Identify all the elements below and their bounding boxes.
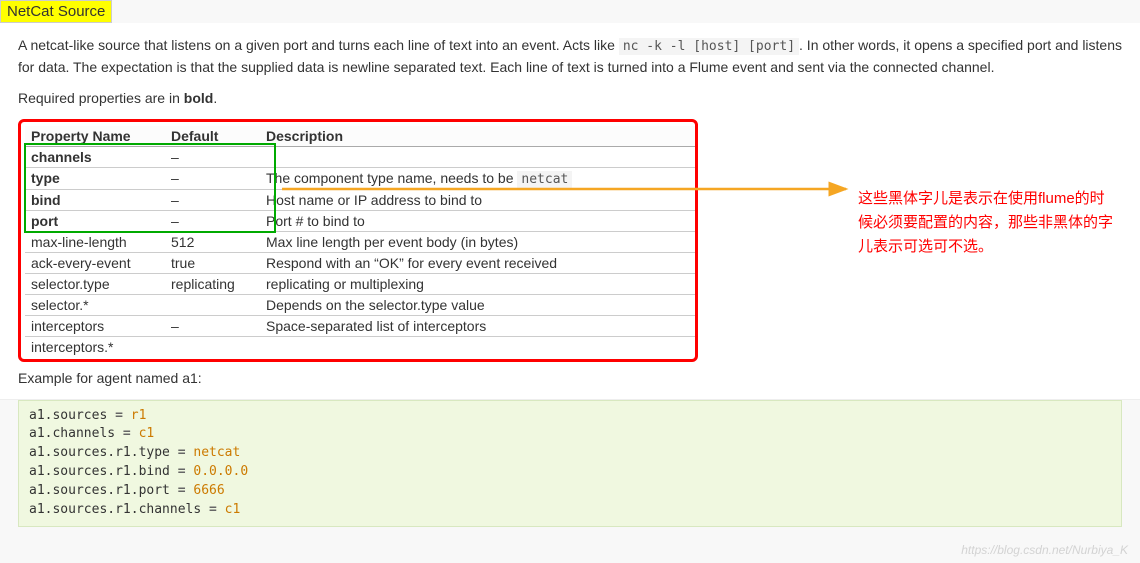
- prop-default: true: [165, 252, 260, 273]
- prop-name: ack-every-event: [25, 252, 165, 273]
- code-line: a1.sources.r1.port = 6666: [29, 482, 1111, 501]
- prop-description: replicating or multiplexing: [260, 273, 695, 294]
- table-header-row: Property Name Default Description: [25, 126, 695, 147]
- prop-name: selector.*: [25, 294, 165, 315]
- prop-name: bind: [25, 189, 165, 210]
- table-row: interceptors–Space-separated list of int…: [25, 315, 695, 336]
- prop-description: Space-separated list of interceptors: [260, 315, 695, 336]
- prop-description: Depends on the selector.type value: [260, 294, 695, 315]
- prop-default: –: [165, 210, 260, 231]
- prop-default: –: [165, 315, 260, 336]
- req-note-suffix: .: [213, 90, 217, 106]
- prop-default: –: [165, 189, 260, 210]
- table-row: channels–: [25, 146, 695, 167]
- table-row: selector.* Depends on the selector.type v…: [25, 294, 695, 315]
- prop-default: –: [165, 146, 260, 167]
- prop-description: Port # to bind to: [260, 210, 695, 231]
- prop-description: The component type name, needs to be net…: [260, 167, 695, 189]
- table-row: interceptors.*: [25, 336, 695, 357]
- code-line: a1.sources.r1.type = netcat: [29, 444, 1111, 463]
- prop-description: Max line length per event body (in bytes…: [260, 231, 695, 252]
- red-highlight-box: Property Name Default Description channe…: [18, 119, 698, 362]
- table-row: bind–Host name or IP address to bind to: [25, 189, 695, 210]
- table-row: selector.typereplicatingreplicating or m…: [25, 273, 695, 294]
- prop-default: 512: [165, 231, 260, 252]
- code-line: a1.sources.r1.bind = 0.0.0.0: [29, 463, 1111, 482]
- prop-desc-code: netcat: [517, 171, 572, 188]
- table-row: port–Port # to bind to: [25, 210, 695, 231]
- col-default: Default: [165, 126, 260, 147]
- prop-description: Host name or IP address to bind to: [260, 189, 695, 210]
- prop-name: selector.type: [25, 273, 165, 294]
- required-note: Required properties are in bold.: [18, 88, 1122, 109]
- intro-paragraph: A netcat-like source that listens on a g…: [18, 35, 1122, 78]
- example-label: Example for agent named a1:: [18, 368, 1122, 389]
- intro-text-1: A netcat-like source that listens on a g…: [18, 37, 619, 53]
- watermark: https://blog.csdn.net/Nurbiya_K: [961, 543, 1128, 557]
- prop-name: interceptors.*: [25, 336, 165, 357]
- prop-default: [165, 336, 260, 357]
- prop-default: replicating: [165, 273, 260, 294]
- prop-name: channels: [25, 146, 165, 167]
- prop-description: Respond with an “OK” for every event rec…: [260, 252, 695, 273]
- code-example: a1.sources = r1a1.channels = c1a1.source…: [18, 400, 1122, 527]
- prop-description: [260, 146, 695, 167]
- table-row: max-line-length512Max line length per ev…: [25, 231, 695, 252]
- intro-code: nc -k -l [host] [port]: [619, 38, 799, 55]
- prop-default: [165, 294, 260, 315]
- table-row: type–The component type name, needs to b…: [25, 167, 695, 189]
- prop-name: port: [25, 210, 165, 231]
- code-line: a1.sources.r1.channels = c1: [29, 501, 1111, 520]
- annotation-text: 这些黑体字儿是表示在使用flume的时候必须要配置的内容，那些非黑体的字儿表示可…: [858, 187, 1118, 259]
- prop-description: [260, 336, 695, 357]
- prop-name: type: [25, 167, 165, 189]
- col-property-name: Property Name: [25, 126, 165, 147]
- table-row: ack-every-eventtrueRespond with an “OK” …: [25, 252, 695, 273]
- section-title: NetCat Source: [0, 0, 112, 23]
- code-line: a1.channels = c1: [29, 425, 1111, 444]
- prop-name: interceptors: [25, 315, 165, 336]
- prop-name: max-line-length: [25, 231, 165, 252]
- col-description: Description: [260, 126, 695, 147]
- code-line: a1.sources = r1: [29, 407, 1111, 426]
- prop-default: –: [165, 167, 260, 189]
- properties-table: Property Name Default Description channe…: [25, 126, 695, 357]
- req-note-bold: bold: [184, 90, 214, 106]
- req-note-prefix: Required properties are in: [18, 90, 184, 106]
